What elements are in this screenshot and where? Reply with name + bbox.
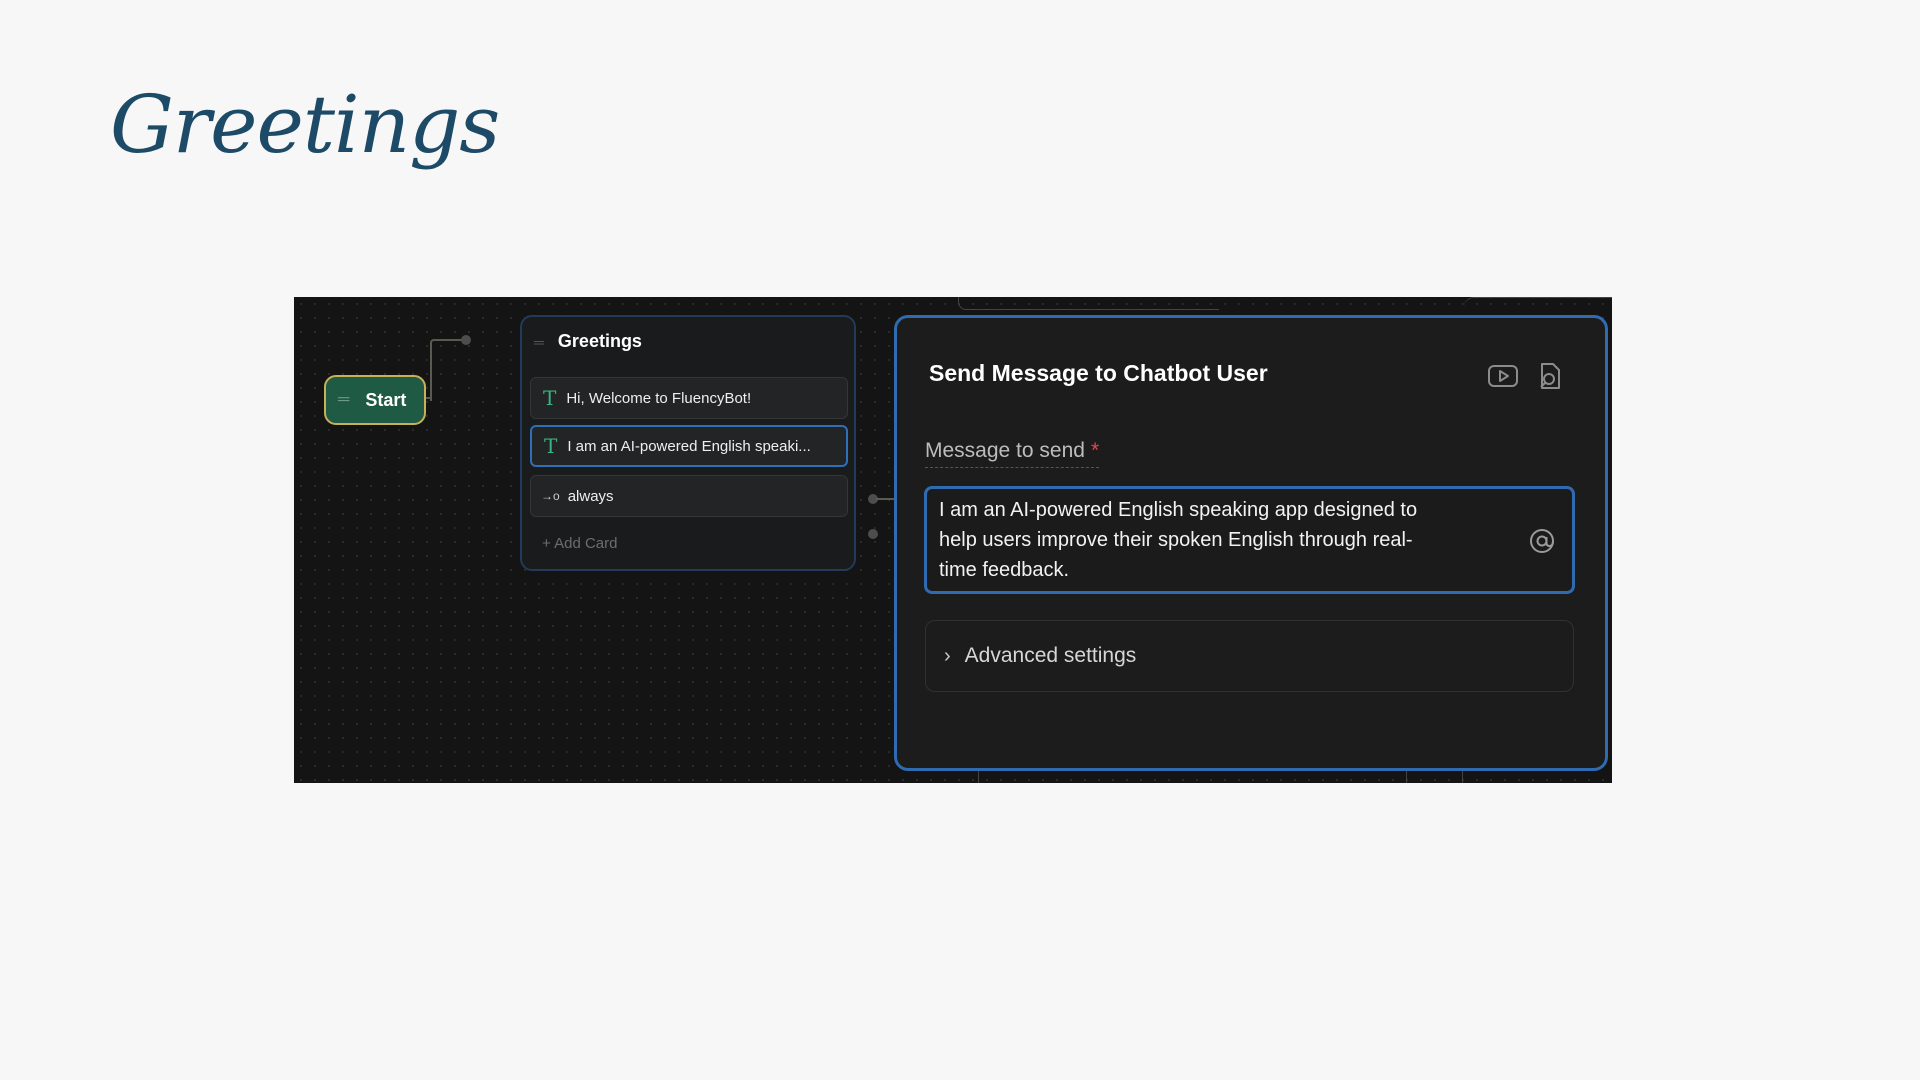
document-search-icon[interactable] xyxy=(1534,360,1566,392)
arrow-condition-icon: →o xyxy=(541,489,560,503)
add-card-button[interactable]: + Add Card xyxy=(542,535,617,552)
group-output-port[interactable] xyxy=(868,529,878,539)
group-input-port[interactable] xyxy=(461,335,471,345)
at-mention-icon[interactable] xyxy=(1528,527,1556,555)
start-node-label: Start xyxy=(365,389,407,410)
field-label-text: Message to send xyxy=(925,439,1085,462)
condition-card[interactable]: →o always xyxy=(530,475,848,517)
text-type-icon: T xyxy=(544,434,558,458)
advanced-settings-toggle[interactable]: › Advanced settings xyxy=(925,620,1574,692)
message-input[interactable]: I am an AI-powered English speaking app … xyxy=(924,486,1575,594)
message-input-value[interactable]: I am an AI-powered English speaking app … xyxy=(939,495,1499,585)
drag-handle-icon[interactable]: ═ xyxy=(534,334,544,350)
send-message-panel: Send Message to Chatbot User Message to … xyxy=(894,315,1608,771)
video-play-icon[interactable] xyxy=(1487,360,1519,392)
start-connector xyxy=(430,339,468,401)
text-type-icon: T xyxy=(543,386,557,410)
text-card[interactable]: T Hi, Welcome to FluencyBot! xyxy=(530,377,848,419)
card-label: Hi, Welcome to FluencyBot! xyxy=(566,389,752,407)
output-edge xyxy=(876,498,894,502)
group-title: Greetings xyxy=(557,331,642,351)
drag-handle-icon[interactable]: ═ xyxy=(338,391,349,409)
advanced-settings-label: Advanced settings xyxy=(964,644,1137,667)
flow-editor-screenshot: ═ Start ═ Greetings T Hi, Welcome to Flu… xyxy=(294,297,1612,783)
message-field-label: Message to send * xyxy=(925,439,1100,468)
greetings-group-node[interactable]: ═ Greetings T Hi, Welcome to FluencyBot!… xyxy=(520,315,856,571)
start-node[interactable]: ═ Start xyxy=(324,375,426,425)
card-label: always xyxy=(567,487,614,505)
bg-edge-1 xyxy=(958,297,1219,310)
group-header[interactable]: ═ Greetings xyxy=(534,331,642,352)
slide-title: Greetings xyxy=(110,78,500,171)
card-label: I am an AI-powered English speaki... xyxy=(567,437,811,455)
text-card-selected[interactable]: T I am an AI-powered English speaki... xyxy=(530,425,848,467)
panel-title: Send Message to Chatbot User xyxy=(929,360,1268,386)
chevron-right-icon: › xyxy=(944,644,951,667)
required-mark: * xyxy=(1090,439,1100,462)
